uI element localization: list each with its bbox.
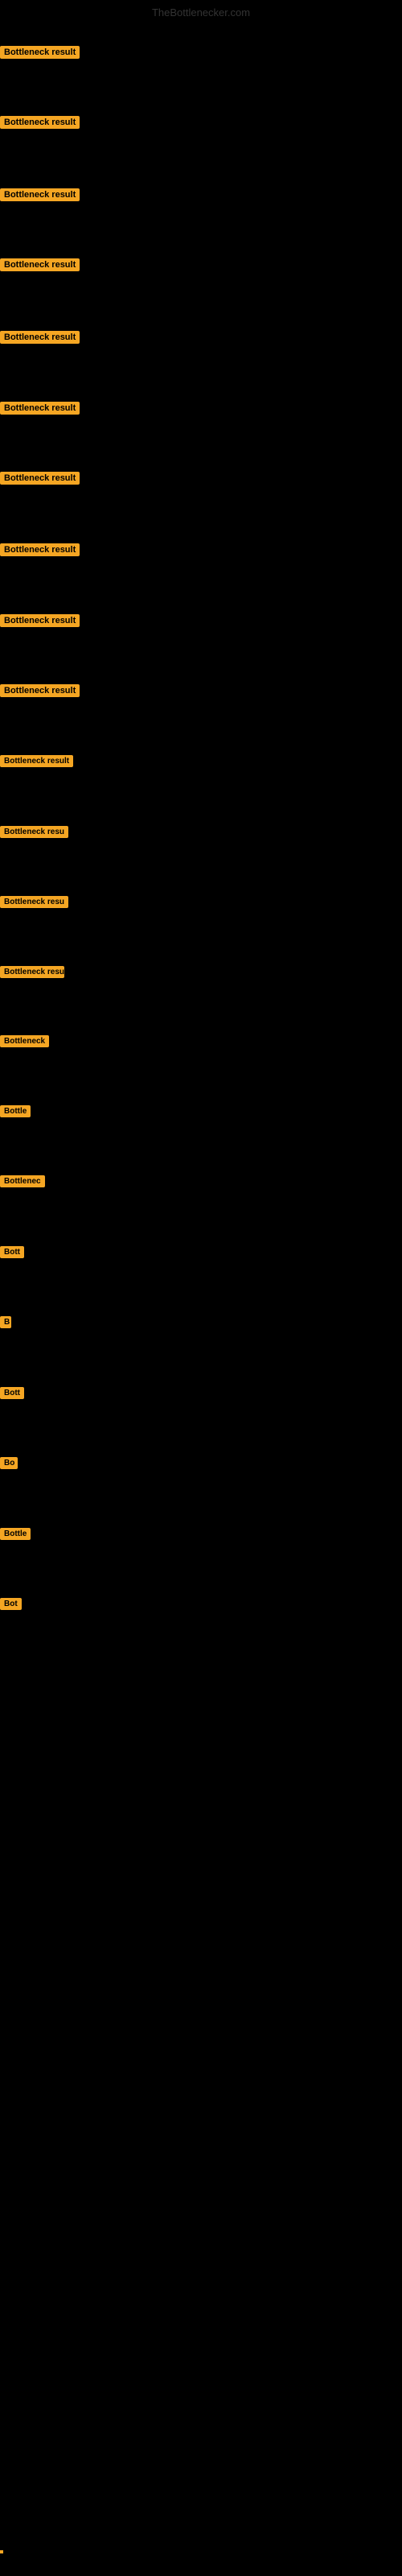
bottleneck-badge-2: Bottleneck result (0, 116, 80, 129)
bottleneck-badge-18: Bott (0, 1246, 24, 1258)
bottleneck-badge-3: Bottleneck result (0, 188, 80, 201)
bottleneck-badge-23: Bot (0, 1598, 22, 1610)
bottleneck-badge-8: Bottleneck result (0, 543, 80, 556)
bottleneck-badge-9: Bottleneck result (0, 614, 80, 627)
bottleneck-badge-11: Bottleneck result (0, 755, 73, 767)
bottleneck-badge-15: Bottleneck (0, 1035, 49, 1047)
bottleneck-badge-19: B (0, 1316, 11, 1328)
bottleneck-badge-4: Bottleneck result (0, 258, 80, 271)
site-title: TheBottlenecker.com (152, 6, 250, 19)
bottleneck-badge-6: Bottleneck result (0, 402, 80, 415)
bottleneck-badge-16: Bottle (0, 1105, 31, 1117)
bottleneck-badge-10: Bottleneck result (0, 684, 80, 697)
bottleneck-badge-7: Bottleneck result (0, 472, 80, 485)
bottleneck-badge-17: Bottlenec (0, 1175, 45, 1187)
bottleneck-badge-12: Bottleneck resu (0, 826, 68, 838)
bottleneck-badge-22: Bottle (0, 1528, 31, 1540)
bottom-marker (0, 2550, 3, 2553)
bottleneck-badge-13: Bottleneck resu (0, 896, 68, 908)
bottleneck-badge-20: Bott (0, 1387, 24, 1399)
bottleneck-badge-1: Bottleneck result (0, 46, 80, 59)
bottleneck-badge-5: Bottleneck result (0, 331, 80, 344)
bottleneck-badge-14: Bottleneck resu (0, 966, 64, 978)
bottleneck-badge-21: Bo (0, 1457, 18, 1469)
